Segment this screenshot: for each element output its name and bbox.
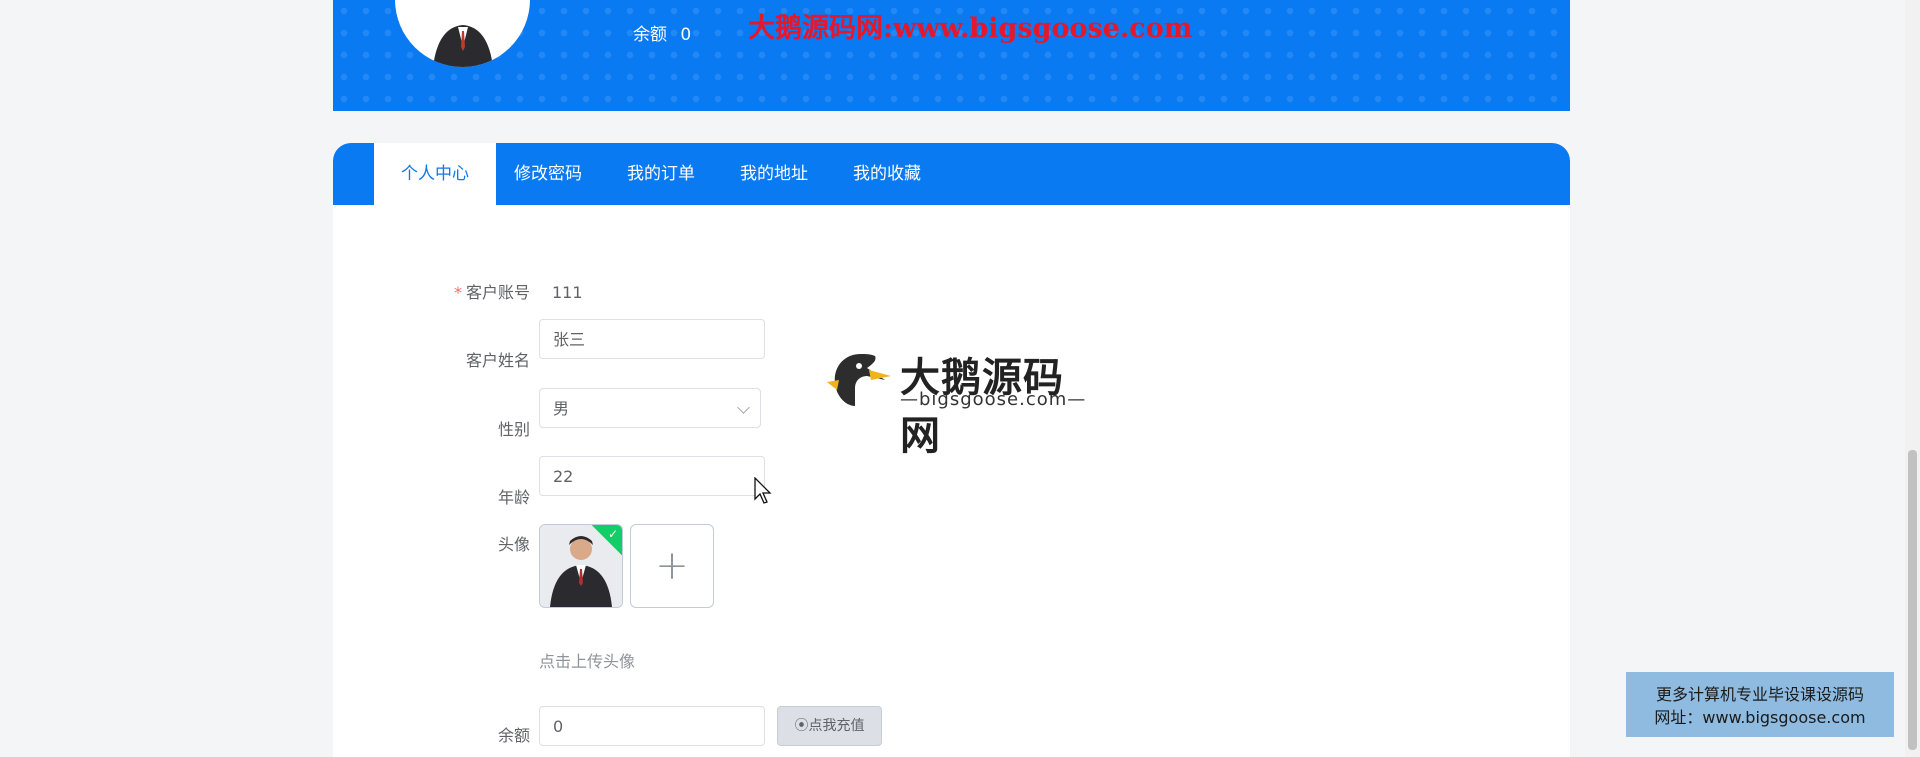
- banner-watermark: 大鹅源码网:www.bigsgoose.com: [748, 13, 1193, 44]
- account-label-text: 客户账号: [465, 283, 530, 302]
- recharge-button[interactable]: ⦿点我充值: [777, 706, 882, 746]
- mouse-cursor-icon: [754, 477, 772, 504]
- gender-label: 性别: [497, 420, 530, 439]
- chevron-down-icon: [737, 401, 750, 414]
- promo-line-1: 更多计算机专业毕设课设源码: [1655, 685, 1864, 704]
- promo-corner-box: 更多计算机专业毕设课设源码 网址：www.bigsgoose.com: [1626, 672, 1894, 737]
- person-icon: [432, 25, 493, 67]
- tab-my-addresses[interactable]: 我的地址: [713, 143, 835, 205]
- name-input-value: 张三: [553, 330, 586, 349]
- upload-avatar-button[interactable]: +: [630, 524, 714, 608]
- balance-input[interactable]: 0: [539, 706, 765, 746]
- upload-hint: 点击上传头像: [539, 652, 636, 671]
- promo-line-2: 网址：www.bigsgoose.com: [1654, 708, 1866, 727]
- logo-subtitle: —bigsgoose.com—: [900, 389, 1087, 410]
- avatar-label: 头像: [497, 535, 530, 554]
- age-input-value: 22: [553, 467, 574, 486]
- tab-my-favorites[interactable]: 我的收藏: [826, 143, 948, 205]
- gender-select[interactable]: 男: [539, 388, 761, 428]
- plus-icon: +: [655, 543, 689, 589]
- banner-avatar: [395, 0, 530, 67]
- tab-my-orders[interactable]: 我的订单: [600, 143, 722, 205]
- name-label: 客户姓名: [465, 351, 530, 370]
- banner-balance-label: 余额: [633, 25, 667, 45]
- banner-balance-value: 0: [680, 25, 692, 45]
- goose-logo-icon: [827, 354, 891, 406]
- required-asterisk: *: [453, 283, 462, 302]
- balance-label: 余额: [497, 726, 530, 745]
- tab-personal-center[interactable]: 个人中心: [374, 143, 496, 205]
- name-input[interactable]: 张三: [539, 319, 765, 359]
- banner-balance: 余额 0: [633, 20, 691, 45]
- profile-banner: 余额 0 大鹅源码网:www.bigsgoose.com: [333, 0, 1570, 111]
- page-scrollbar[interactable]: [1905, 0, 1920, 757]
- check-icon: ✓: [607, 527, 618, 541]
- recharge-icon: ⦿: [794, 718, 809, 734]
- age-label: 年龄: [497, 488, 530, 507]
- scrollbar-thumb[interactable]: [1908, 450, 1917, 750]
- site-logo-watermark: 大鹅源码网 —bigsgoose.com—: [825, 345, 1100, 459]
- account-label: * 客户账号: [333, 272, 530, 314]
- avatar-thumbnail[interactable]: ✓: [539, 524, 623, 608]
- balance-input-value: 0: [553, 717, 564, 736]
- gender-select-value: 男: [553, 399, 570, 418]
- recharge-button-label: 点我充值: [808, 718, 865, 734]
- tab-bar: 个人中心 修改密码 我的订单 我的地址 我的收藏: [333, 143, 1570, 205]
- account-value: 111: [552, 283, 583, 302]
- age-input[interactable]: 22: [539, 456, 765, 496]
- tab-change-password[interactable]: 修改密码: [487, 143, 609, 205]
